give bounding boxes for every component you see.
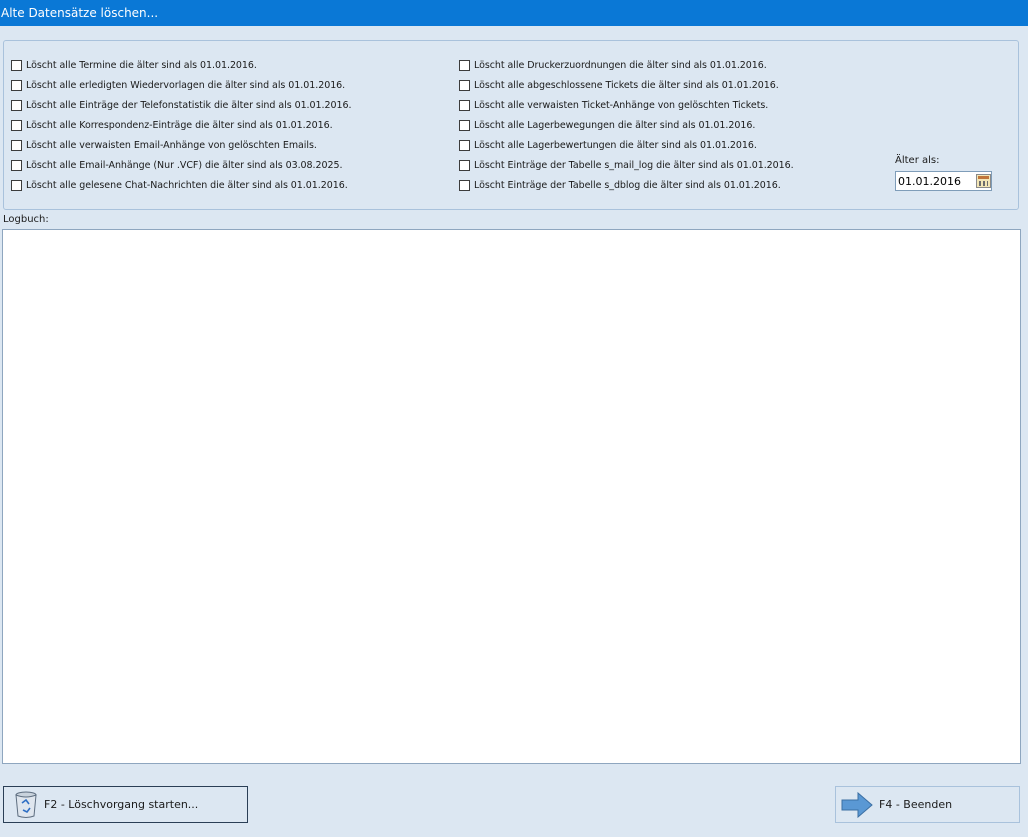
option-delete-printer-assignments[interactable]: Löscht alle Druckerzuordnungen die älter… xyxy=(459,58,767,72)
option-label: Löscht alle Lagerbewegungen die älter si… xyxy=(474,119,756,131)
option-label: Löscht alle Druckerzuordnungen die älter… xyxy=(474,59,767,71)
option-delete-mail-log[interactable]: Löscht Einträge der Tabelle s_mail_log d… xyxy=(459,158,794,172)
start-deletion-label: F2 - Löschvorgang starten... xyxy=(44,798,199,811)
option-delete-vcf-attachments[interactable]: Löscht alle Email-Anhänge (Nur .VCF) die… xyxy=(11,158,343,172)
checkbox[interactable] xyxy=(459,59,470,71)
checkbox[interactable] xyxy=(11,159,22,171)
option-label: Löscht alle Lagerbewertungen die älter s… xyxy=(474,139,757,151)
option-delete-appointments[interactable]: Löscht alle Termine die älter sind als 0… xyxy=(11,58,257,72)
option-delete-phone-statistics[interactable]: Löscht alle Einträge der Telefonstatisti… xyxy=(11,98,351,112)
option-delete-correspondence[interactable]: Löscht alle Korrespondenz-Einträge die ä… xyxy=(11,118,333,132)
exit-button[interactable]: F4 - Beenden xyxy=(835,786,1020,823)
option-label: Löscht Einträge der Tabelle s_dblog die … xyxy=(474,179,781,191)
options-group: Löscht alle Termine die älter sind als 0… xyxy=(3,40,1019,210)
date-input[interactable] xyxy=(896,173,972,189)
option-label: Löscht alle verwaisten Email-Anhänge von… xyxy=(26,139,317,151)
checkbox[interactable] xyxy=(11,99,22,111)
option-delete-closed-tickets[interactable]: Löscht alle abgeschlossene Tickets die ä… xyxy=(459,78,779,92)
log-textarea[interactable] xyxy=(2,229,1021,764)
checkbox[interactable] xyxy=(11,79,22,91)
checkbox[interactable] xyxy=(11,179,22,191)
date-filter-label: Älter als: xyxy=(895,155,940,166)
option-delete-orphan-ticket-attachments[interactable]: Löscht alle verwaisten Ticket-Anhänge vo… xyxy=(459,98,768,112)
option-label: Löscht alle Korrespondenz-Einträge die ä… xyxy=(26,119,333,131)
checkbox[interactable] xyxy=(11,119,22,131)
option-label: Löscht alle Einträge der Telefonstatisti… xyxy=(26,99,352,111)
option-label: Löscht alle gelesene Chat-Nachrichten di… xyxy=(26,179,348,191)
checkbox[interactable] xyxy=(459,179,470,191)
option-delete-stock-movements[interactable]: Löscht alle Lagerbewegungen die älter si… xyxy=(459,118,755,132)
checkbox[interactable] xyxy=(11,139,22,151)
log-label: Logbuch: xyxy=(3,214,49,225)
checkbox[interactable] xyxy=(459,159,470,171)
checkbox[interactable] xyxy=(11,59,22,71)
checkbox[interactable] xyxy=(459,119,470,131)
checkbox[interactable] xyxy=(459,139,470,151)
calendar-icon[interactable] xyxy=(976,174,991,188)
checkbox[interactable] xyxy=(459,99,470,111)
exit-label: F4 - Beenden xyxy=(879,798,953,811)
option-delete-followups[interactable]: Löscht alle erledigten Wiedervorlagen di… xyxy=(11,78,345,92)
date-filter-field[interactable] xyxy=(895,171,992,191)
option-label: Löscht alle Email-Anhänge (Nur .VCF) die… xyxy=(26,159,343,171)
option-label: Löscht Einträge der Tabelle s_mail_log d… xyxy=(474,159,794,171)
option-delete-db-log[interactable]: Löscht Einträge der Tabelle s_dblog die … xyxy=(459,178,781,192)
option-label: Löscht alle abgeschlossene Tickets die ä… xyxy=(474,79,779,91)
option-delete-chat-messages[interactable]: Löscht alle gelesene Chat-Nachrichten di… xyxy=(11,178,348,192)
option-label: Löscht alle verwaisten Ticket-Anhänge vo… xyxy=(474,99,769,111)
option-delete-stock-valuations[interactable]: Löscht alle Lagerbewertungen die älter s… xyxy=(459,138,757,152)
recycle-bin-icon xyxy=(15,791,37,818)
checkbox[interactable] xyxy=(459,79,470,91)
option-label: Löscht alle erledigten Wiedervorlagen di… xyxy=(26,79,346,91)
start-deletion-button[interactable]: F2 - Löschvorgang starten... xyxy=(3,786,248,823)
option-label: Löscht alle Termine die älter sind als 0… xyxy=(26,59,257,71)
option-delete-orphan-email-attachments[interactable]: Löscht alle verwaisten Email-Anhänge von… xyxy=(11,138,317,152)
window-title: Alte Datensätze löschen... xyxy=(0,0,1028,26)
arrow-right-icon xyxy=(841,791,873,818)
